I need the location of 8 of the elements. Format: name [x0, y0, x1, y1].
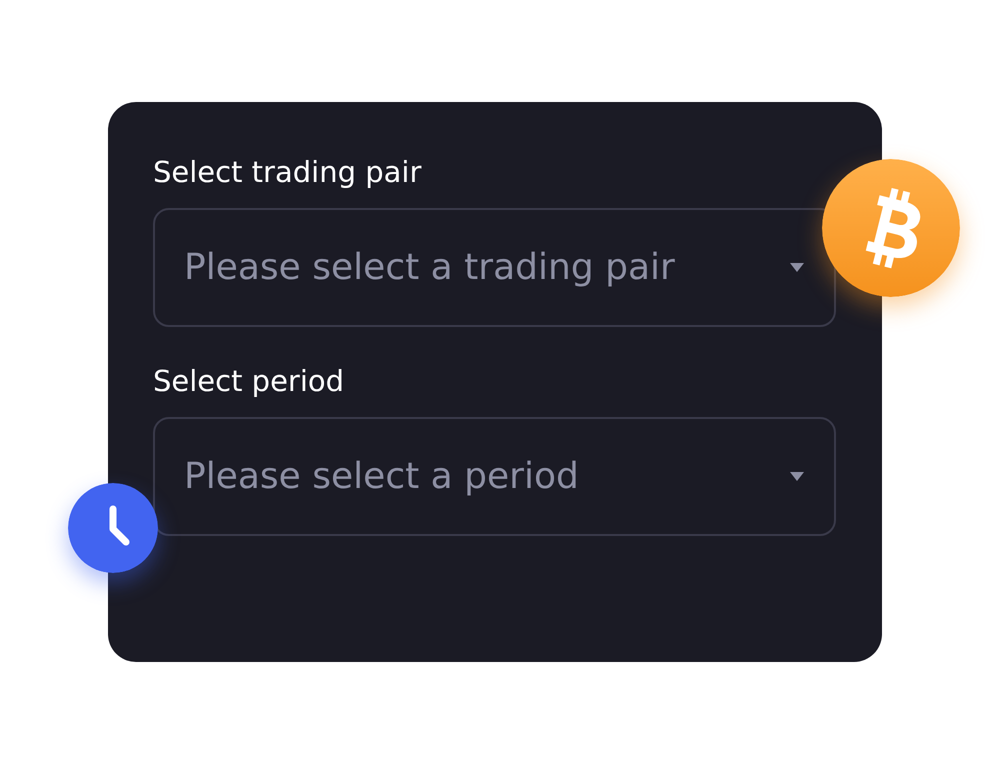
- field-label: Select period: [153, 363, 346, 399]
- field-label: Select trading pair: [153, 154, 422, 190]
- caret-icon: [790, 263, 804, 272]
- clock-icon: [68, 483, 158, 573]
- select-field[interactable]: Please select a trading pair: [153, 208, 836, 327]
- select-field[interactable]: Please select a period: [153, 417, 836, 536]
- bitcoin-icon: [822, 159, 960, 297]
- caret-icon: [790, 472, 804, 481]
